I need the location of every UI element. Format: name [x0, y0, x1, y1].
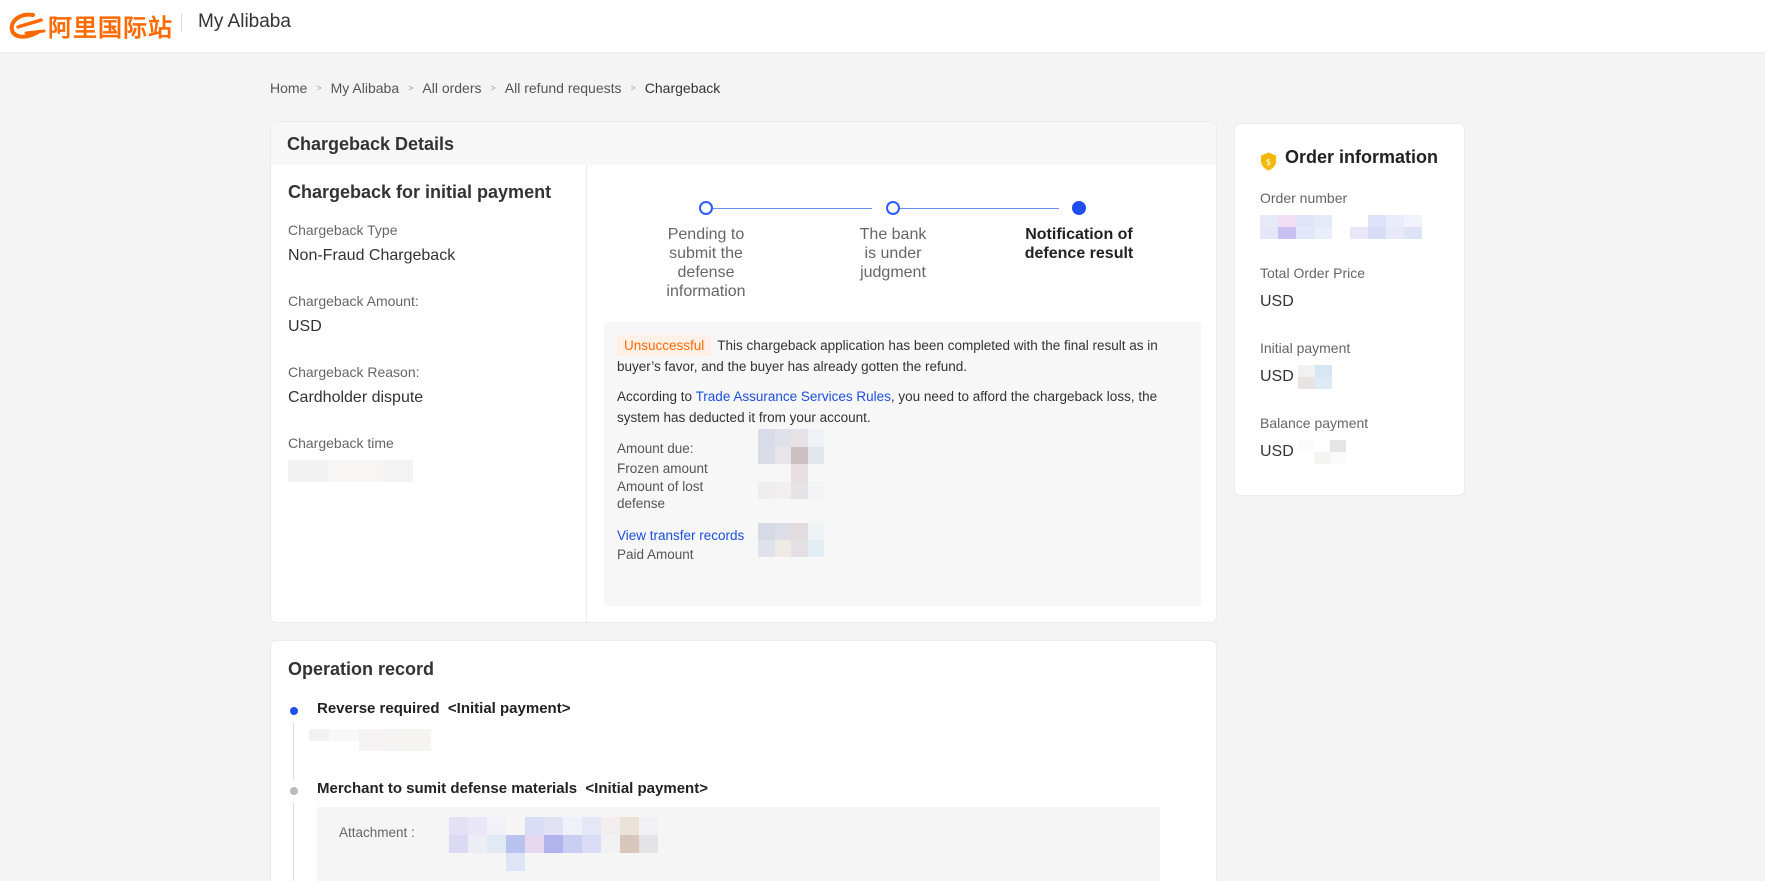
- total-order-price-label: Total Order Price: [1260, 265, 1366, 281]
- order-information-header: $ Order information: [1260, 147, 1439, 171]
- frozen-amount-label: Frozen amount: [617, 461, 708, 476]
- lost-defense-label: Amount of lost defense: [617, 479, 704, 511]
- balance-payment-currency: USD: [1260, 442, 1294, 460]
- operation-item-title: Merchant to sumit defense materials <Ini…: [317, 780, 1199, 797]
- order-number-label: Order number: [1260, 190, 1348, 206]
- alibaba-logo-icon: [9, 12, 46, 39]
- step-dot: [886, 201, 900, 215]
- order-information-title: Order information: [1285, 147, 1439, 167]
- amount-due-label: Amount due:: [617, 441, 694, 456]
- paid-amount-label: Paid Amount: [617, 547, 694, 562]
- step-dot-current: [1072, 201, 1086, 215]
- chargeback-time-label: Chargeback time: [288, 435, 394, 451]
- shield-icon: $: [1261, 152, 1276, 171]
- trade-assurance-rules-link[interactable]: Trade Assurance Services Rules: [696, 389, 891, 404]
- step-bank-judgment: The bank is under judgment: [813, 201, 973, 282]
- balance-payment-value: USD: [1260, 439, 1439, 464]
- breadcrumb-home[interactable]: Home: [270, 80, 307, 96]
- paid-amount-row: Paid Amount: [617, 544, 776, 565]
- operation-item-title: Reverse required <Initial payment>: [317, 700, 1199, 717]
- breadcrumb-separator: >: [408, 83, 414, 93]
- amount-values-redacted: [758, 429, 824, 499]
- initial-payment-label: Initial payment: [1260, 340, 1351, 356]
- timeline-line: [293, 722, 294, 780]
- rules-message: According to Trade Assurance Services Ru…: [617, 386, 1188, 428]
- step-dot: [699, 201, 713, 215]
- operation-item-name: Reverse required: [317, 700, 440, 717]
- chargeback-reason-value: Cardholder dispute: [288, 389, 424, 406]
- chargeback-amount-value: USD: [288, 318, 322, 335]
- step-label: Pending to submit the defense informatio…: [666, 226, 746, 300]
- timeline-line: [293, 802, 294, 881]
- operation-record-item: Merchant to sumit defense materials <Ini…: [288, 780, 1199, 881]
- header-divider: [181, 14, 182, 32]
- step-label-current: Notification of defence result: [1024, 226, 1134, 262]
- operation-record-card: Operation record Reverse required <Initi…: [270, 640, 1217, 881]
- balance-payment-label: Balance payment: [1260, 415, 1369, 431]
- operation-record-item: Reverse required <Initial payment>: [288, 700, 1199, 780]
- svg-text:$: $: [1266, 158, 1272, 168]
- order-number-value-redacted[interactable]: [1260, 214, 1439, 239]
- breadcrumb-all-orders[interactable]: All orders: [422, 80, 481, 96]
- timeline-dot-active: [290, 707, 298, 715]
- breadcrumb: Home > My Alibaba > All orders > All ref…: [270, 80, 720, 96]
- alibaba-logo[interactable]: 阿里国际站: [8, 8, 173, 43]
- initial-payment-currency: USD: [1260, 367, 1294, 385]
- view-transfer-records-link[interactable]: View transfer records: [617, 525, 744, 546]
- top-bar: 阿里国际站 My Alibaba: [0, 0, 1765, 53]
- lost-defense-row: Amount of lost defense: [617, 478, 737, 512]
- step-label: The bank is under judgment: [859, 226, 927, 281]
- rules-prefix: According to: [617, 389, 696, 404]
- operation-item-tag: <Initial payment>: [585, 780, 708, 797]
- chargeback-details-card: Chargeback Details Chargeback for initia…: [270, 121, 1217, 623]
- breadcrumb-separator: >: [490, 83, 496, 93]
- frozen-amount-row: Frozen amount: [617, 458, 776, 479]
- chargeback-reason-label: Chargeback Reason:: [288, 364, 420, 380]
- paid-amount-value-redacted: [758, 523, 824, 557]
- attachment-files-redacted[interactable]: [449, 817, 658, 871]
- total-order-price-value: USD: [1260, 290, 1439, 313]
- chargeback-summary-title: Chargeback for initial payment: [288, 182, 552, 202]
- operation-item-tag: <Initial payment>: [447, 700, 571, 717]
- result-message: Unsuccessful This chargeback application …: [617, 335, 1188, 377]
- chargeback-time-value-redacted: [288, 460, 569, 482]
- chargeback-result-panel: Unsuccessful This chargeback application …: [604, 322, 1201, 606]
- breadcrumb-separator: >: [630, 83, 636, 93]
- attachment-label: Attachment :: [339, 825, 415, 840]
- breadcrumb-all-refund-requests[interactable]: All refund requests: [505, 80, 622, 96]
- chargeback-details-title: Chargeback Details: [271, 122, 1216, 165]
- operation-time-redacted: [309, 729, 1199, 751]
- chargeback-amount-label: Chargeback Amount:: [288, 293, 419, 309]
- operation-item-name: Merchant to sumit defense materials: [317, 780, 578, 797]
- amount-due-row: Amount due:: [617, 438, 776, 459]
- order-information-card: $ Order information Order number Total O…: [1234, 123, 1465, 496]
- breadcrumb-chargeback: Chargeback: [644, 80, 721, 96]
- app-title[interactable]: My Alibaba: [198, 11, 291, 33]
- total-order-price-currency: USD: [1260, 292, 1294, 310]
- timeline-dot: [290, 787, 298, 795]
- attachment-box: Attachment :: [317, 807, 1160, 881]
- amount-list: Amount due: Frozen amount Amount of lost…: [617, 429, 1188, 577]
- breadcrumb-separator: >: [316, 83, 322, 93]
- status-badge: Unsuccessful: [617, 335, 712, 356]
- breadcrumb-my-alibaba[interactable]: My Alibaba: [331, 80, 399, 96]
- operation-record-title: Operation record: [288, 659, 435, 679]
- step-defence-result: Notification of defence result: [999, 201, 1159, 263]
- initial-payment-value: USD: [1260, 364, 1439, 389]
- logo-text: 阿里国际站: [48, 14, 173, 42]
- chargeback-type-label: Chargeback Type: [288, 222, 398, 238]
- chargeback-progress-steps: Pending to submit the defense informatio…: [587, 165, 1216, 330]
- chargeback-type-value: Non-Fraud Chargeback: [288, 247, 456, 264]
- chargeback-summary: Chargeback for initial payment Chargebac…: [271, 165, 587, 622]
- step-pending-defense: Pending to submit the defense informatio…: [626, 201, 786, 301]
